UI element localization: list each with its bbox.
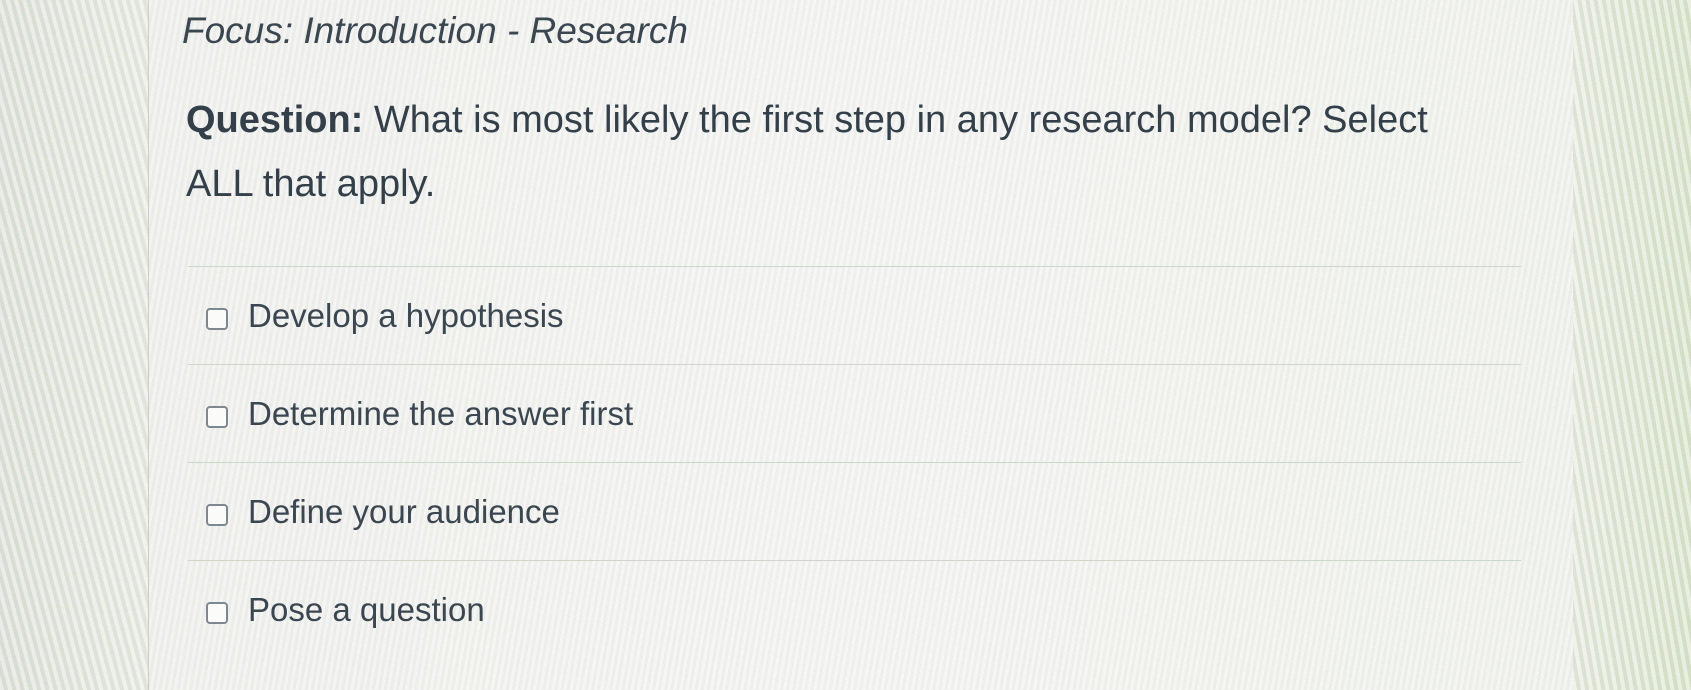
question-label: Question:	[186, 99, 364, 141]
question-body: What is most likely the first step in an…	[186, 99, 1428, 205]
answer-option-pose-question[interactable]: Pose a question	[188, 560, 1521, 658]
answer-list: Develop a hypothesis Determine the answe…	[188, 266, 1521, 658]
answer-option-determine-answer[interactable]: Determine the answer first	[188, 364, 1521, 462]
answer-label[interactable]: Define your audience	[248, 493, 560, 531]
answer-label[interactable]: Develop a hypothesis	[248, 297, 564, 335]
right-gutter	[1573, 0, 1691, 690]
answer-option-define-audience[interactable]: Define your audience	[188, 462, 1521, 560]
answer-option-develop-hypothesis[interactable]: Develop a hypothesis	[188, 266, 1521, 364]
answer-label[interactable]: Pose a question	[248, 591, 485, 629]
answer-checkbox[interactable]	[206, 503, 228, 526]
left-gutter	[0, 0, 148, 690]
answer-checkbox[interactable]	[206, 405, 228, 428]
question-text: Question: What is most likely the first …	[186, 88, 1486, 216]
answer-label[interactable]: Determine the answer first	[248, 395, 633, 433]
focus-title: Focus: Introduction - Research	[182, 10, 688, 51]
answer-checkbox[interactable]	[206, 601, 228, 624]
answer-checkbox[interactable]	[206, 307, 228, 330]
